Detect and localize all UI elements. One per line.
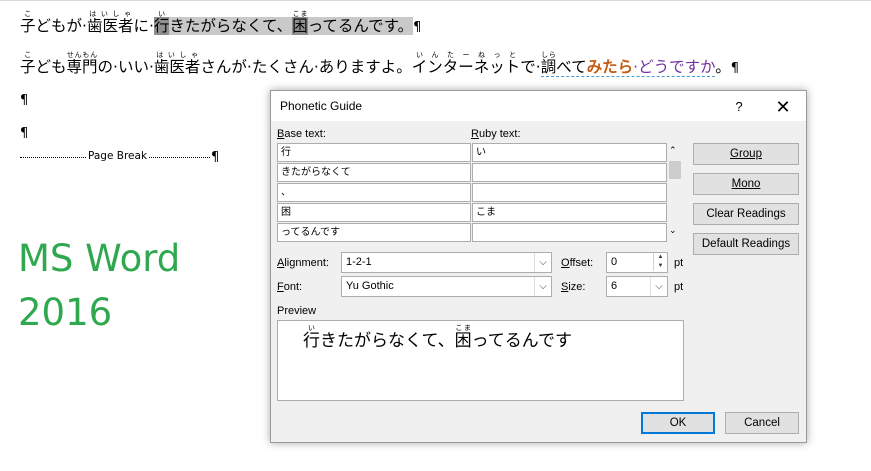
paragraph-mark: ¶ — [413, 20, 422, 35]
cancel-button[interactable]: Cancel — [725, 412, 799, 434]
help-button[interactable]: ? — [729, 97, 749, 117]
ruby-senmon: 専門せんもん — [66, 51, 98, 76]
paragraph-mark: ¶ — [211, 150, 220, 165]
group-button[interactable]: Group — [693, 143, 799, 165]
text-segment: に· — [133, 17, 154, 35]
page-break: Page Break ¶ — [20, 150, 220, 165]
base-text-label: Base text: — [277, 128, 326, 140]
default-readings-button[interactable]: Default Readings — [693, 233, 799, 255]
ruby-text-field[interactable] — [472, 163, 667, 182]
scroll-thumb[interactable] — [669, 161, 681, 179]
phonetic-guide-dialog: Phonetic Guide ? ✕ Base text: Ruby text:… — [270, 90, 807, 443]
spin-down-icon[interactable]: ▼ — [653, 262, 667, 271]
ruby-ko: 子こ — [20, 10, 36, 35]
text-segment: 。 — [715, 58, 731, 76]
alignment-select[interactable]: 1-2-1 ⌵ — [341, 252, 552, 273]
base-text-field[interactable]: ってるんです — [277, 223, 471, 242]
version-overlay: MS Word 2016 — [18, 232, 180, 340]
text-segment: さんが·たくさん·ありますよ。 — [200, 58, 412, 76]
overlay-product: MS Word — [18, 237, 181, 280]
phonetic-grid: 行 い きたがらなくて 、 困 こま ってるんです — [277, 143, 667, 243]
alignment-label: Alignment: — [277, 257, 329, 269]
close-button[interactable]: ✕ — [771, 96, 795, 118]
preview-text: 行いきたがらなくて、困こまってるんです — [303, 325, 572, 350]
mono-button[interactable]: Mono — [693, 173, 799, 195]
offset-spinner[interactable]: 0 ▲ ▼ — [606, 252, 668, 273]
grammar-flagged-text[interactable]: 調しらべてみたら·どうですか — [540, 51, 716, 77]
text-segment: ども — [35, 58, 67, 76]
ruby-text-field[interactable]: こま — [472, 203, 667, 222]
chevron-down-icon[interactable]: ⌵ — [534, 277, 551, 296]
base-text-field[interactable]: 、 — [277, 183, 471, 202]
ok-button[interactable]: OK — [641, 412, 715, 434]
text-segment: どもが· — [35, 17, 87, 35]
scroll-down-icon[interactable]: ⌄ — [669, 225, 677, 236]
base-text-field[interactable]: 困 — [277, 203, 471, 222]
page-top-border — [0, 0, 871, 2]
ruby-text-label: Ruby text: — [471, 128, 521, 140]
preview-label: Preview — [277, 305, 317, 317]
ruby-ko: 子こ — [20, 51, 36, 76]
size-label: Size: — [561, 281, 586, 293]
size-select[interactable]: 6 ⌵ — [606, 276, 668, 297]
ruby-internet: インターネットいんたーねっと — [411, 51, 521, 76]
preview-box: 行いきたがらなくて、困こまってるんです — [277, 320, 684, 401]
spin-up-icon[interactable]: ▲ — [653, 253, 667, 262]
offset-label: Offset: — [561, 257, 594, 269]
font-label: Font: — [277, 281, 303, 293]
dialog-title: Phonetic Guide — [280, 99, 363, 113]
scroll-up-icon[interactable]: ⌃ — [669, 145, 677, 156]
chevron-down-icon[interactable]: ⌵ — [650, 277, 667, 296]
empty-paragraph-mark: ¶ — [20, 93, 29, 108]
text-segment: で· — [520, 58, 541, 76]
empty-paragraph-mark: ¶ — [20, 126, 29, 141]
overlay-version: 2016 — [18, 291, 113, 334]
offset-unit: pt — [674, 257, 684, 269]
ruby-haisha: 歯医者はいしゃ — [153, 51, 201, 76]
grid-scrollbar[interactable]: ⌃ ⌄ — [667, 143, 681, 243]
selected-text[interactable]: 行いきたがらなくて、困こまってるんです。 — [153, 10, 414, 35]
document-line-1[interactable]: 子こどもが·歯医者はいしゃに·行いきたがらなくて、困こまってるんです。¶ — [20, 10, 421, 42]
font-select[interactable]: Yu Gothic ⌵ — [341, 276, 552, 297]
base-text-field[interactable]: 行 — [277, 143, 471, 162]
document-line-2[interactable]: 子こども専門せんもんの·いい·歯医者はいしゃさんが·たくさん·ありますよ。インタ… — [20, 51, 739, 81]
base-text-field[interactable]: きたがらなくて — [277, 163, 471, 182]
page-break-label: Page Break — [86, 150, 150, 162]
dialog-titlebar[interactable]: Phonetic Guide ? ✕ — [271, 91, 806, 121]
chevron-down-icon[interactable]: ⌵ — [534, 253, 551, 272]
text-segment: の·いい· — [97, 58, 154, 76]
clear-readings-button[interactable]: Clear Readings — [693, 203, 799, 225]
paragraph-mark: ¶ — [730, 61, 740, 76]
ruby-text-field[interactable] — [472, 223, 667, 242]
ruby-haisha: 歯医者はいしゃ — [86, 10, 134, 35]
size-unit: pt — [674, 281, 684, 293]
ruby-text-field[interactable]: い — [472, 143, 667, 162]
ruby-text-field[interactable] — [472, 183, 667, 202]
